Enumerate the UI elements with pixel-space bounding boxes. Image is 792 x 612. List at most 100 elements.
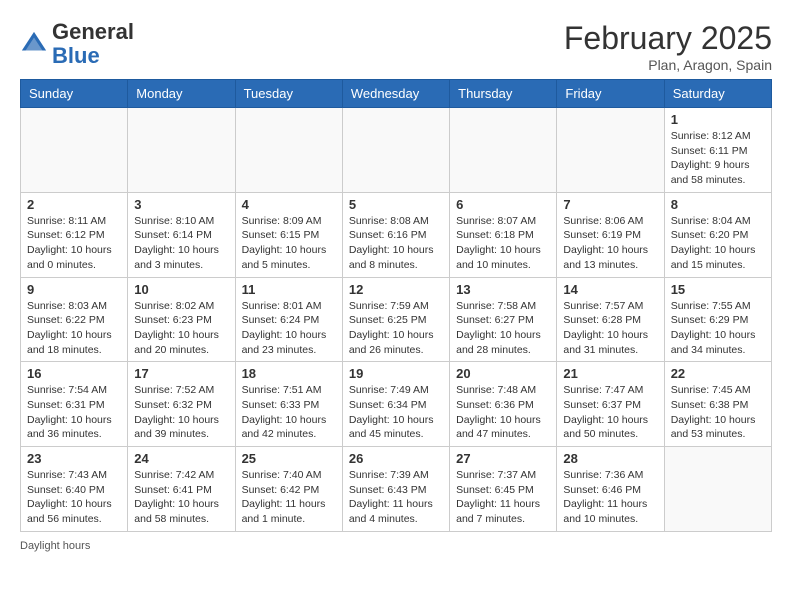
day-info: Sunrise: 7:42 AM Sunset: 6:41 PM Dayligh… [134,468,228,527]
day-info: Sunrise: 7:47 AM Sunset: 6:37 PM Dayligh… [563,383,657,442]
logo-blue-text: Blue [52,43,100,68]
calendar-day-9: 9Sunrise: 8:03 AM Sunset: 6:22 PM Daylig… [21,277,128,362]
day-number: 10 [134,282,228,297]
calendar-week-row: 2 Sunrise: 8:11 AM Sunset: 6:12 PM Daylig… [21,192,772,277]
day-info: Sunrise: 7:43 AM Sunset: 6:40 PM Dayligh… [27,468,121,527]
day-info: Sunrise: 7:40 AM Sunset: 6:42 PM Dayligh… [242,468,336,527]
calendar-week-row: 23 Sunrise: 7:43 AM Sunset: 6:40 PM Dayli… [21,447,772,532]
day-header-wednesday: Wednesday [342,80,449,108]
day-number: 15 [671,282,765,297]
day-number: 16 [27,366,121,381]
calendar-day-7: 7 Sunrise: 8:06 AM Sunset: 6:19 PM Daylig… [557,192,664,277]
day-info: Sunrise: 7:52 AM Sunset: 6:32 PM Dayligh… [134,383,228,442]
day-info: Sunrise: 7:58 AM Sunset: 6:27 PM Dayligh… [456,299,550,358]
day-info: Sunrise: 7:39 AM Sunset: 6:43 PM Dayligh… [349,468,443,527]
day-number: 8 [671,197,765,212]
calendar-day-3: 3 Sunrise: 8:10 AM Sunset: 6:14 PM Daylig… [128,192,235,277]
day-info: Sunrise: 8:11 AM Sunset: 6:12 PM Dayligh… [27,214,121,273]
day-number: 17 [134,366,228,381]
calendar-day-20: 20Sunrise: 7:48 AM Sunset: 6:36 PM Dayli… [450,362,557,447]
calendar-day-11: 11 Sunrise: 8:01 AM Sunset: 6:24 PM Dayli… [235,277,342,362]
day-number: 5 [349,197,443,212]
day-number: 2 [27,197,121,212]
empty-day-cell [128,108,235,193]
logo: General Blue [20,20,134,68]
day-info: Sunrise: 7:49 AM Sunset: 6:34 PM Dayligh… [349,383,443,442]
day-info: Sunrise: 7:57 AM Sunset: 6:28 PM Dayligh… [563,299,657,358]
day-header-friday: Friday [557,80,664,108]
calendar-table: SundayMondayTuesdayWednesdayThursdayFrid… [20,79,772,532]
day-info: Sunrise: 7:45 AM Sunset: 6:38 PM Dayligh… [671,383,765,442]
day-info: Sunrise: 8:08 AM Sunset: 6:16 PM Dayligh… [349,214,443,273]
calendar-week-row: 1Sunrise: 8:12 AM Sunset: 6:11 PM Daylig… [21,108,772,193]
day-info: Sunrise: 8:03 AM Sunset: 6:22 PM Dayligh… [27,299,121,358]
day-number: 25 [242,451,336,466]
footer-note: Daylight hours [20,540,772,552]
location: Plan, Aragon, Spain [564,57,772,73]
empty-day-cell [450,108,557,193]
empty-day-cell [342,108,449,193]
calendar-day-23: 23 Sunrise: 7:43 AM Sunset: 6:40 PM Dayli… [21,447,128,532]
day-number: 12 [349,282,443,297]
day-number: 7 [563,197,657,212]
calendar-day-14: 14 Sunrise: 7:57 AM Sunset: 6:28 PM Dayli… [557,277,664,362]
day-info: Sunrise: 8:07 AM Sunset: 6:18 PM Dayligh… [456,214,550,273]
calendar-day-18: 18Sunrise: 7:51 AM Sunset: 6:33 PM Dayli… [235,362,342,447]
day-number: 23 [27,451,121,466]
calendar-day-6: 6 Sunrise: 8:07 AM Sunset: 6:18 PM Daylig… [450,192,557,277]
day-info: Sunrise: 8:10 AM Sunset: 6:14 PM Dayligh… [134,214,228,273]
calendar-day-25: 25 Sunrise: 7:40 AM Sunset: 6:42 PM Dayli… [235,447,342,532]
calendar-day-17: 17 Sunrise: 7:52 AM Sunset: 6:32 PM Dayli… [128,362,235,447]
day-number: 24 [134,451,228,466]
page-header: General Blue February 2025 Plan, Aragon,… [20,20,772,73]
calendar-day-26: 26 Sunrise: 7:39 AM Sunset: 6:43 PM Dayli… [342,447,449,532]
day-number: 11 [242,282,336,297]
day-number: 21 [563,366,657,381]
day-header-tuesday: Tuesday [235,80,342,108]
calendar-day-22: 22 Sunrise: 7:45 AM Sunset: 6:38 PM Dayli… [664,362,771,447]
calendar-day-27: 27 Sunrise: 7:37 AM Sunset: 6:45 PM Dayli… [450,447,557,532]
calendar-day-12: 12 Sunrise: 7:59 AM Sunset: 6:25 PM Dayli… [342,277,449,362]
calendar-day-1: 1Sunrise: 8:12 AM Sunset: 6:11 PM Daylig… [664,108,771,193]
day-number: 20 [456,366,550,381]
day-number: 18 [242,366,336,381]
day-info: Sunrise: 8:01 AM Sunset: 6:24 PM Dayligh… [242,299,336,358]
day-header-sunday: Sunday [21,80,128,108]
day-info: Sunrise: 7:37 AM Sunset: 6:45 PM Dayligh… [456,468,550,527]
day-info: Sunrise: 8:09 AM Sunset: 6:15 PM Dayligh… [242,214,336,273]
day-number: 14 [563,282,657,297]
day-info: Sunrise: 7:36 AM Sunset: 6:46 PM Dayligh… [563,468,657,527]
day-number: 27 [456,451,550,466]
day-number: 26 [349,451,443,466]
day-header-saturday: Saturday [664,80,771,108]
day-number: 3 [134,197,228,212]
day-info: Sunrise: 8:06 AM Sunset: 6:19 PM Dayligh… [563,214,657,273]
calendar-week-row: 9Sunrise: 8:03 AM Sunset: 6:22 PM Daylig… [21,277,772,362]
empty-day-cell [21,108,128,193]
calendar-day-16: 16Sunrise: 7:54 AM Sunset: 6:31 PM Dayli… [21,362,128,447]
calendar-day-15: 15 Sunrise: 7:55 AM Sunset: 6:29 PM Dayli… [664,277,771,362]
empty-day-cell [664,447,771,532]
calendar-day-8: 8Sunrise: 8:04 AM Sunset: 6:20 PM Daylig… [664,192,771,277]
day-number: 28 [563,451,657,466]
day-info: Sunrise: 7:55 AM Sunset: 6:29 PM Dayligh… [671,299,765,358]
calendar-day-4: 4 Sunrise: 8:09 AM Sunset: 6:15 PM Daylig… [235,192,342,277]
day-header-monday: Monday [128,80,235,108]
title-area: February 2025 Plan, Aragon, Spain [564,20,772,73]
day-number: 4 [242,197,336,212]
day-info: Sunrise: 8:02 AM Sunset: 6:23 PM Dayligh… [134,299,228,358]
month-year: February 2025 [564,20,772,57]
calendar-day-5: 5 Sunrise: 8:08 AM Sunset: 6:16 PM Daylig… [342,192,449,277]
calendar-day-28: 28 Sunrise: 7:36 AM Sunset: 6:46 PM Dayli… [557,447,664,532]
day-number: 22 [671,366,765,381]
day-header-thursday: Thursday [450,80,557,108]
calendar-header-row: SundayMondayTuesdayWednesdayThursdayFrid… [21,80,772,108]
calendar-day-19: 19Sunrise: 7:49 AM Sunset: 6:34 PM Dayli… [342,362,449,447]
day-number: 6 [456,197,550,212]
calendar-day-2: 2 Sunrise: 8:11 AM Sunset: 6:12 PM Daylig… [21,192,128,277]
empty-day-cell [235,108,342,193]
day-info: Sunrise: 7:59 AM Sunset: 6:25 PM Dayligh… [349,299,443,358]
empty-day-cell [557,108,664,193]
calendar-day-21: 21 Sunrise: 7:47 AM Sunset: 6:37 PM Dayli… [557,362,664,447]
logo-general-text: General [52,19,134,44]
